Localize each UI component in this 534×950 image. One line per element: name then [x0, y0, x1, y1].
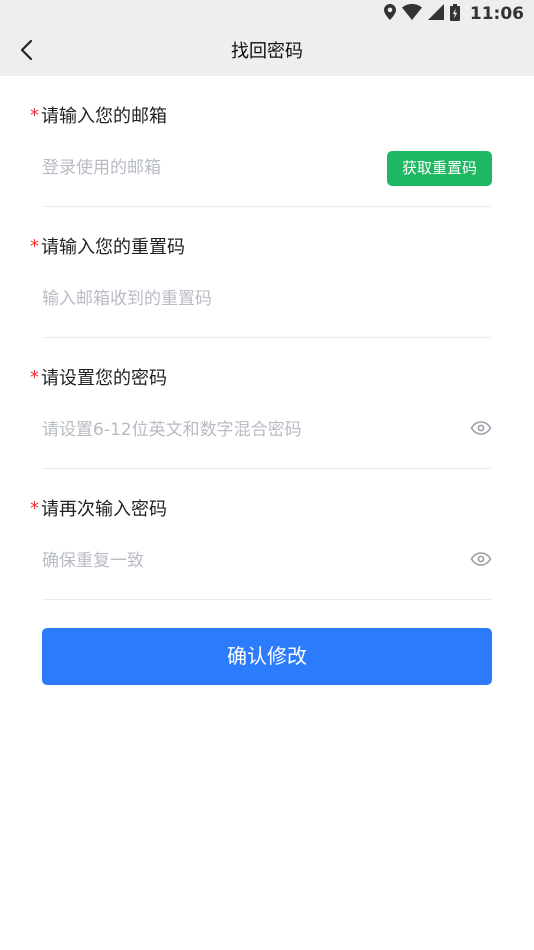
back-button[interactable] [10, 36, 42, 68]
confirm-change-button[interactable]: 确认修改 [42, 628, 492, 685]
password-field-group: * 请设置您的密码 [0, 338, 534, 469]
chevron-left-icon [19, 39, 33, 65]
password-input[interactable] [42, 416, 372, 444]
status-time: 11:06 [469, 4, 524, 24]
reset-code-label-text: 请输入您的重置码 [41, 237, 185, 258]
get-reset-code-button[interactable]: 获取重置码 [387, 151, 492, 186]
eye-icon [470, 551, 492, 570]
status-bar: 11:06 [0, 0, 534, 28]
confirm-password-input[interactable] [42, 547, 372, 575]
wifi-icon [401, 4, 422, 24]
email-field-group: * 请输入您的邮箱 获取重置码 [0, 76, 534, 207]
toggle-password-visibility-button[interactable] [470, 418, 492, 440]
page-title: 找回密码 [231, 41, 303, 62]
email-label-text: 请输入您的邮箱 [41, 106, 167, 127]
required-mark: * [30, 497, 39, 519]
confirm-password-field-group: * 请再次输入密码 [0, 469, 534, 600]
required-mark: * [30, 104, 39, 126]
email-input[interactable] [42, 154, 372, 182]
battery-icon [449, 3, 460, 25]
toggle-confirm-password-visibility-button[interactable] [470, 549, 492, 571]
divider [42, 599, 492, 600]
reset-code-label: * 请输入您的重置码 [30, 233, 185, 259]
password-label-text: 请设置您的密码 [41, 368, 167, 389]
password-label: * 请设置您的密码 [30, 364, 167, 390]
cell-signal-icon [427, 4, 444, 24]
confirm-password-label: * 请再次输入密码 [30, 495, 167, 521]
confirm-password-label-text: 请再次输入密码 [41, 499, 167, 520]
reset-code-field-group: * 请输入您的重置码 [0, 207, 534, 338]
required-mark: * [30, 235, 39, 257]
required-mark: * [30, 366, 39, 388]
app-bar: 找回密码 [0, 28, 534, 76]
location-pin-icon [383, 4, 396, 24]
reset-code-input[interactable] [42, 285, 372, 313]
eye-icon [470, 420, 492, 439]
reset-password-form: * 请输入您的邮箱 获取重置码 * 请输入您的重置码 * 请设置您的密码 [0, 76, 534, 600]
email-label: * 请输入您的邮箱 [30, 102, 167, 128]
status-icons: 11:06 [383, 3, 524, 25]
